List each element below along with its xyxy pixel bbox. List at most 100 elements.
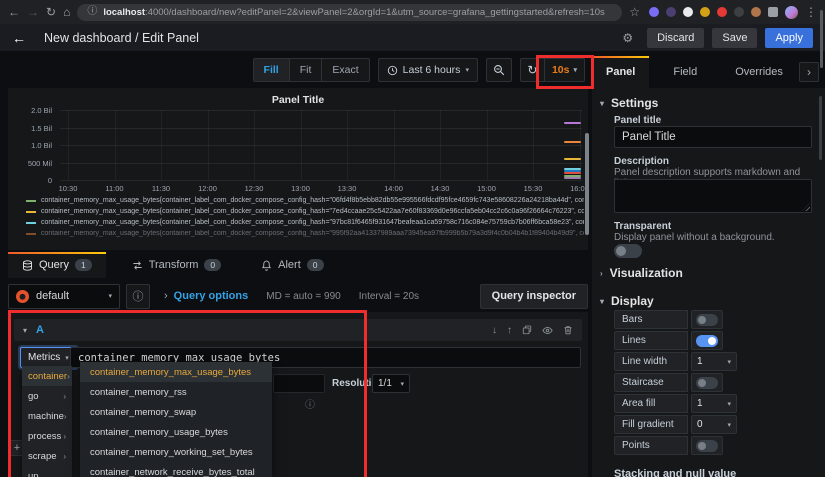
stacking-section-header[interactable]: Stacking and null value <box>614 468 736 477</box>
refresh-now-button[interactable]: ↻ <box>521 59 545 81</box>
menu-group-scrape[interactable]: scrape› <box>22 446 72 466</box>
resize-grip-icon[interactable] <box>802 203 810 211</box>
menu-item[interactable]: container_network_receive_bytes_total <box>80 462 272 477</box>
submenu-scrollbar[interactable] <box>820 10 823 68</box>
menu-group-container[interactable]: container› <box>22 366 72 386</box>
menu-item[interactable]: container_memory_working_set_bytes <box>80 442 272 462</box>
lines-toggle[interactable] <box>691 331 723 350</box>
exact-button[interactable]: Exact <box>322 59 368 81</box>
line-width-label: Line width <box>614 352 688 371</box>
area-fill-select[interactable]: 1▾ <box>691 394 737 413</box>
info-circle-icon: ⓘ <box>133 288 144 304</box>
query-inspector-button[interactable]: Query inspector <box>480 284 588 309</box>
discard-button[interactable]: Discard <box>647 28 704 48</box>
legend-item[interactable]: container_memory_max_usage_bytes{contain… <box>26 195 584 206</box>
time-range-picker[interactable]: Last 6 hours ▾ <box>378 58 478 82</box>
extensions-puzzle-icon[interactable] <box>768 7 778 17</box>
collapse-chevron-icon[interactable]: ▾ <box>23 326 27 335</box>
fill-gradient-select[interactable]: 0▾ <box>691 415 737 434</box>
tab-panel[interactable]: Panel <box>592 56 649 88</box>
transform-count-badge: 0 <box>204 259 221 271</box>
duplicate-query-icon[interactable] <box>522 325 532 335</box>
zoom-out-button[interactable] <box>486 58 512 82</box>
resolution-select[interactable]: 1/1 ▾ <box>372 374 410 393</box>
chrome-menu-icon[interactable]: ⋮ <box>805 6 817 18</box>
move-query-down-icon[interactable]: ↓ <box>492 325 497 336</box>
menu-group-process[interactable]: process› <box>22 426 72 446</box>
y-axis-tick: 1.0 Bil <box>8 141 52 150</box>
extension-icon[interactable] <box>717 7 727 17</box>
menu-item[interactable]: container_memory_max_usage_bytes <box>80 362 272 382</box>
browser-home-icon[interactable]: ⌂ <box>63 6 70 18</box>
points-toggle[interactable] <box>691 436 723 455</box>
display-section-header[interactable]: ▾ Display <box>600 294 654 308</box>
min-step-input[interactable] <box>273 374 325 393</box>
menu-group-up[interactable]: up <box>22 466 72 477</box>
legend-item[interactable]: container_memory_max_usage_bytes{contain… <box>26 206 584 217</box>
menu-group-machine[interactable]: machine› <box>22 406 72 426</box>
site-info-icon[interactable]: ⓘ <box>87 7 97 17</box>
chevron-down-icon: ▾ <box>727 421 731 429</box>
transparent-toggle[interactable] <box>614 244 642 258</box>
legend-item[interactable]: container_memory_max_usage_bytes{contain… <box>26 228 584 239</box>
menu-item[interactable]: container_memory_usage_bytes <box>80 422 272 442</box>
gridline <box>60 180 582 181</box>
tab-overrides[interactable]: Overrides <box>721 56 797 88</box>
menu-item[interactable]: container_memory_rss <box>80 382 272 402</box>
visualization-section-header[interactable]: › Visualization <box>600 266 683 280</box>
fit-button[interactable]: Fit <box>290 59 323 81</box>
metrics-dropdown-button[interactable]: Metrics ▾ <box>20 347 77 368</box>
tab-query[interactable]: Query 1 <box>8 252 106 278</box>
back-arrow-icon[interactable]: ← <box>12 30 26 46</box>
extension-icon[interactable] <box>734 7 744 17</box>
move-query-up-icon[interactable]: ↑ <box>507 325 512 336</box>
fill-button[interactable]: Fill <box>254 59 290 81</box>
chart-panel[interactable]: Panel Title container_memory_max_usage_b… <box>8 88 588 250</box>
lines-label: Lines <box>614 331 688 350</box>
disable-query-eye-icon[interactable] <box>542 325 553 336</box>
menu-item[interactable]: container_memory_swap <box>80 402 272 422</box>
bars-label: Bars <box>614 310 688 329</box>
bars-toggle[interactable] <box>691 310 723 329</box>
apply-button[interactable]: Apply <box>765 28 813 48</box>
browser-reload-icon[interactable]: ↻ <box>46 6 56 18</box>
tab-alert[interactable]: Alert 0 <box>247 252 337 278</box>
tab-field[interactable]: Field <box>659 56 711 88</box>
delete-query-trash-icon[interactable] <box>563 325 573 335</box>
series-line <box>564 141 581 143</box>
gridline <box>60 110 582 111</box>
dashboard-settings-gear-icon[interactable]: ⚙ <box>622 31 633 45</box>
menu-group-go[interactable]: go› <box>22 386 72 406</box>
legend-item[interactable]: container_memory_max_usage_bytes{contain… <box>26 217 584 228</box>
datasource-help-button[interactable]: ⓘ <box>126 284 150 309</box>
line-width-select[interactable]: 1▾ <box>691 352 737 371</box>
browser-back-icon[interactable]: ← <box>8 6 20 18</box>
sidebar-collapse-button[interactable]: › <box>799 62 819 82</box>
url-bar[interactable]: ⓘ localhost:4000/dashboard/new?editPanel… <box>77 4 622 21</box>
chevron-right-icon: › <box>63 452 66 461</box>
bookmark-star-icon[interactable]: ☆ <box>629 6 640 18</box>
sidebar-scrollbar[interactable] <box>819 96 822 160</box>
profile-avatar[interactable] <box>785 6 798 19</box>
info-circle-icon: ⓘ <box>305 396 315 411</box>
refresh-interval-dropdown[interactable]: 10s ▾ <box>545 59 584 81</box>
staircase-toggle[interactable] <box>691 373 723 392</box>
settings-section-header[interactable]: ▾ Settings <box>600 96 658 110</box>
datasource-select[interactable]: default ▾ <box>8 284 120 309</box>
main-scrollbar[interactable] <box>585 133 589 235</box>
panel-title-input[interactable]: Panel Title <box>614 126 812 148</box>
extension-icon[interactable] <box>751 7 761 17</box>
extension-icon[interactable] <box>700 7 710 17</box>
description-textarea[interactable] <box>614 179 812 213</box>
extension-icon[interactable] <box>666 7 676 17</box>
browser-forward-icon[interactable]: → <box>27 6 39 18</box>
query-options-toggle[interactable]: Query options <box>174 290 249 302</box>
save-button[interactable]: Save <box>712 28 757 48</box>
extension-icon[interactable] <box>683 7 693 17</box>
extension-icon[interactable] <box>649 7 659 17</box>
query-row-header[interactable]: ▾ A ↓ ↑ <box>14 319 582 341</box>
tab-transform[interactable]: Transform 0 <box>118 252 235 278</box>
gridline <box>60 145 582 146</box>
url-text: localhost:4000/dashboard/new?editPanel=2… <box>103 7 604 18</box>
description-label: Description <box>614 156 669 167</box>
